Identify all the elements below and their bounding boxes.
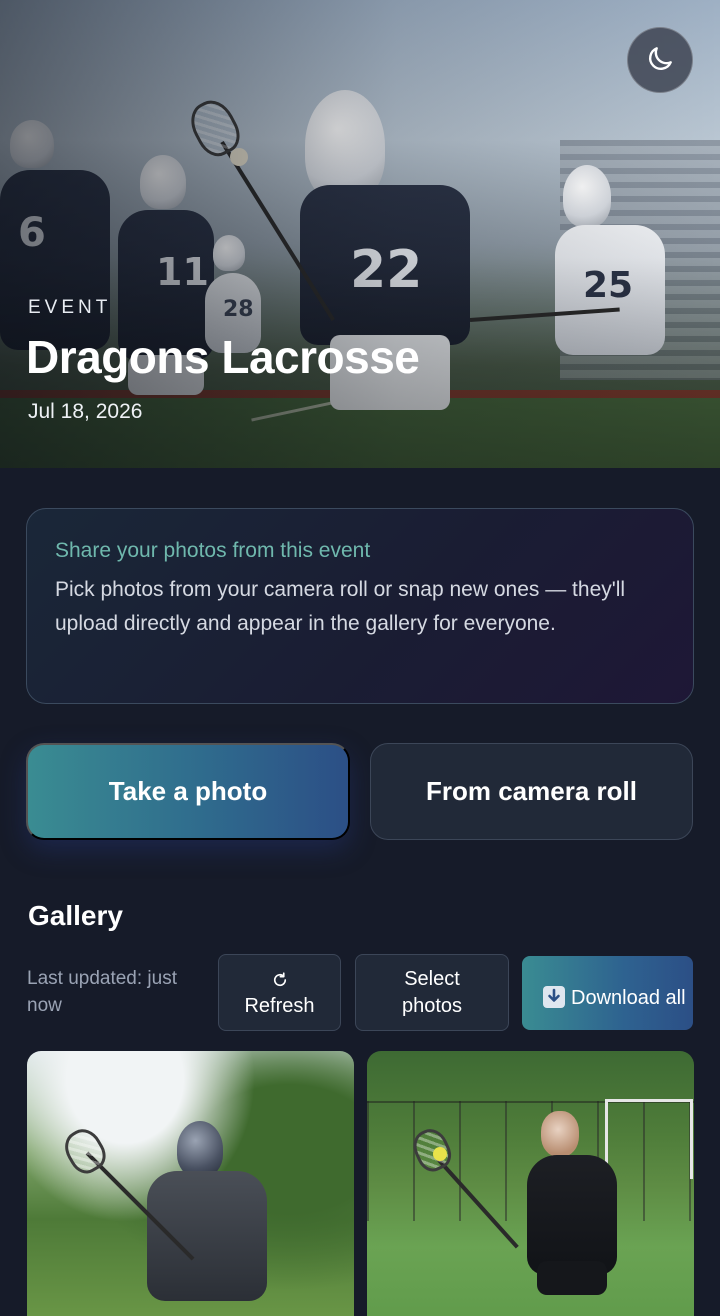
refresh-icon xyxy=(271,966,289,993)
gallery-photo[interactable] xyxy=(27,1051,354,1316)
gallery-photo[interactable] xyxy=(367,1051,694,1316)
gallery-title: Gallery xyxy=(28,900,123,931)
camera-roll-button[interactable]: From camera roll xyxy=(370,743,693,840)
take-photo-button[interactable]: Take a photo xyxy=(26,743,350,840)
event-date: Jul 18, 2026 xyxy=(28,400,143,423)
refresh-button[interactable]: Refresh xyxy=(218,954,341,1031)
event-title: Dragons Lacrosse xyxy=(26,331,420,383)
event-hero-image: 6 11 28 22 25 xyxy=(0,0,720,468)
event-eyebrow: EVENT xyxy=(28,297,112,318)
download-all-button[interactable]: Download all xyxy=(522,956,693,1030)
last-updated-text: Last updated: just now xyxy=(27,968,177,1016)
moon-icon xyxy=(644,43,676,78)
share-info-title: Share your photos from this event xyxy=(55,539,371,562)
refresh-label: Refresh xyxy=(244,994,315,1017)
share-info-card: Share your photos from this event Pick p… xyxy=(26,508,694,704)
theme-toggle-button[interactable] xyxy=(627,27,693,93)
download-icon xyxy=(543,985,565,1008)
download-all-label: Download all xyxy=(571,986,686,1009)
select-photos-button[interactable]: Select photos xyxy=(355,954,509,1031)
select-photos-label: Select photos xyxy=(401,967,463,1017)
share-info-body: Pick photos from your camera roll or sna… xyxy=(55,578,626,635)
